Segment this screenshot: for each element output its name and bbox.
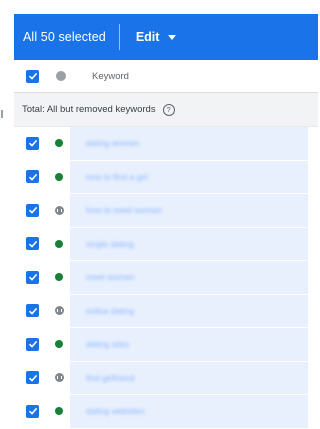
toolbar-divider (118, 24, 120, 50)
enabled-status-icon[interactable] (54, 138, 64, 148)
keyword-cell[interactable]: how to find a girl (70, 160, 308, 193)
keyword-cell[interactable]: how to meet women (70, 194, 308, 227)
table-row[interactable]: online dating (14, 294, 318, 328)
paused-status-icon[interactable] (54, 205, 64, 215)
help-icon[interactable]: ? (162, 103, 175, 116)
selection-toolbar: All 50 selected Edit (14, 14, 318, 60)
keywords-panel: All 50 selected Edit Keyword Total: All … (14, 0, 318, 429)
row-checkbox[interactable] (26, 136, 39, 150)
enabled-status-icon[interactable] (54, 172, 64, 182)
keyword-cell[interactable]: dating women (70, 127, 308, 160)
keyword-text: online dating (86, 305, 135, 316)
keyword-text: single dating (86, 238, 134, 249)
table-row[interactable]: meet women (14, 261, 318, 295)
selection-count: All 50 selected (23, 30, 106, 44)
table-row[interactable]: dating sites (14, 328, 318, 362)
enabled-status-icon[interactable] (54, 272, 64, 282)
row-checkbox[interactable] (26, 203, 39, 217)
row-checkbox[interactable] (26, 270, 39, 284)
keyword-text: dating websites (86, 406, 145, 417)
enabled-status-icon[interactable] (54, 239, 64, 249)
enabled-status-icon[interactable] (54, 339, 64, 349)
keyword-text: dating women (86, 138, 139, 149)
table-row[interactable]: dating women (14, 127, 318, 161)
keyword-text: dating sites (86, 339, 129, 350)
row-checkbox[interactable] (26, 404, 39, 418)
paused-status-icon[interactable] (54, 373, 64, 383)
row-checkbox[interactable] (26, 170, 39, 184)
table-row[interactable]: single dating (14, 227, 318, 261)
keyword-text: how to meet women (86, 205, 163, 216)
keyword-cell[interactable]: dating sites (70, 328, 308, 361)
keyword-text: find girlfriend (86, 372, 135, 383)
row-checkbox[interactable] (26, 371, 39, 385)
row-checkbox[interactable] (26, 237, 39, 251)
keyword-text: meet women (86, 272, 135, 283)
keyword-cell[interactable]: online dating (70, 294, 308, 327)
total-row: Total: All but removed keywords ? (14, 93, 318, 127)
edit-button-label: Edit (135, 30, 160, 44)
edit-button[interactable]: Edit (136, 30, 177, 44)
paused-status-icon[interactable] (54, 306, 64, 316)
table-row[interactable]: how to find a girl (14, 160, 318, 194)
total-label: Total: All but removed keywords (22, 104, 156, 115)
table-row[interactable]: how to meet women (14, 194, 318, 228)
table-row[interactable]: find girlfriend (14, 361, 318, 395)
keyword-list: dating women how to find a girl how to mee… (14, 127, 318, 429)
dropdown-arrow-icon (168, 34, 177, 40)
table-row[interactable]: dating websites (14, 395, 318, 429)
enabled-status-icon[interactable] (54, 406, 64, 416)
keyword-column-header[interactable]: Keyword (92, 71, 129, 82)
table-header: Keyword (14, 60, 318, 93)
rail-marker (1, 110, 3, 118)
row-checkbox[interactable] (26, 337, 39, 351)
keyword-text: how to find a girl (86, 171, 148, 182)
select-all-checkbox[interactable] (26, 69, 39, 83)
keyword-cell[interactable]: single dating (70, 227, 308, 260)
keyword-cell[interactable]: meet women (70, 261, 308, 294)
row-checkbox[interactable] (26, 304, 39, 318)
status-column-icon[interactable] (56, 71, 66, 81)
keyword-cell[interactable]: find girlfriend (70, 361, 308, 394)
left-rail (0, 0, 15, 423)
